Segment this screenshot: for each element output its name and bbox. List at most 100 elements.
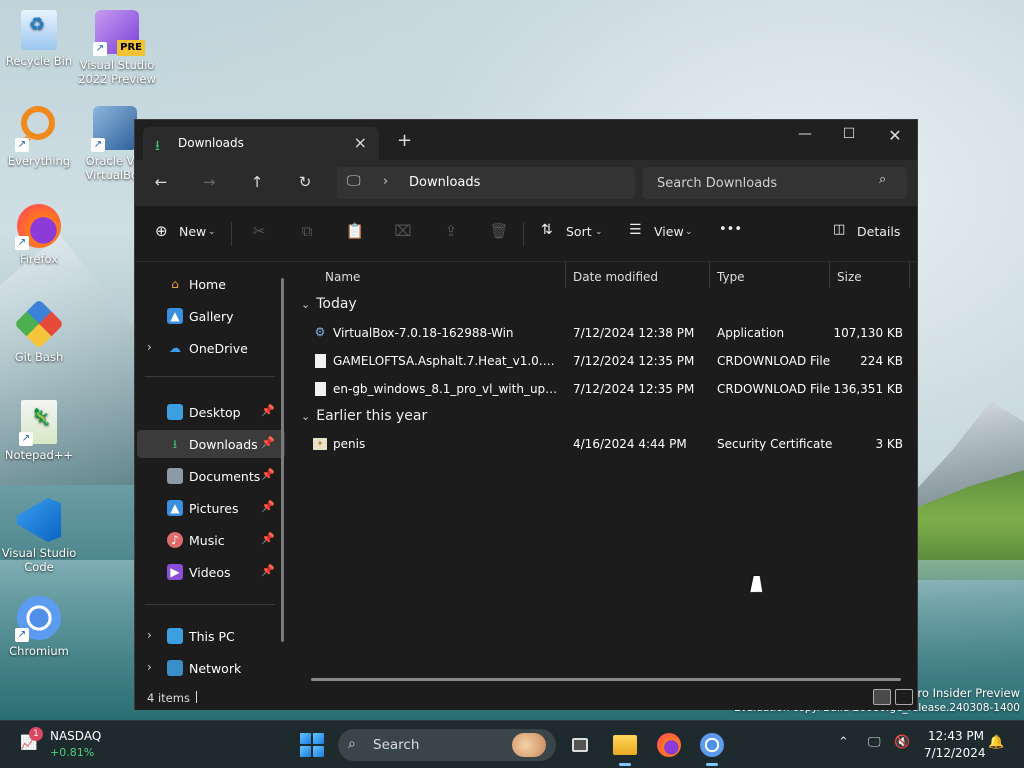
up-button[interactable]: ↑ xyxy=(245,173,269,191)
details-button[interactable]: Details xyxy=(857,224,900,239)
display-icon[interactable]: 🖵 xyxy=(868,735,881,750)
taskbar-chromium[interactable] xyxy=(698,731,726,766)
file-list[interactable]: Name Date modified Type Size ⌄ Today ⚙ Vi… xyxy=(293,262,917,684)
file-row[interactable]: ⚙ VirtualBox-7.0.18-162988-Win 7/12/2024… xyxy=(293,320,913,346)
clock-date[interactable]: 7/12/2024 xyxy=(924,746,986,760)
pin-icon: 📌 xyxy=(261,532,275,545)
file-row[interactable]: ✦ penis 4/16/2024 4:44 PM Security Certi… xyxy=(293,431,913,457)
column-header-size[interactable]: Size xyxy=(837,270,862,284)
search-icon[interactable]: ⌕ xyxy=(879,172,886,187)
minimize-button[interactable]: — xyxy=(785,126,825,142)
sidebar-item-pictures[interactable]: ▲ Pictures 📌 xyxy=(137,494,285,522)
maximize-button[interactable]: ☐ xyxy=(829,126,869,142)
tab-downloads[interactable]: ⭳ Downloads × xyxy=(143,127,379,160)
shortcut-arrow-icon: ↗ xyxy=(15,138,29,152)
column-divider[interactable] xyxy=(709,262,710,288)
taskbar-file-explorer[interactable] xyxy=(611,731,639,766)
share-icon[interactable]: ⇪ xyxy=(441,222,461,240)
desktop-icon-everything[interactable]: ↗ Everything xyxy=(0,106,78,168)
sidebar-item-label: Desktop xyxy=(189,405,241,420)
clock-time[interactable]: 12:43 PM xyxy=(928,729,984,743)
file-date: 7/12/2024 12:38 PM xyxy=(573,326,695,340)
breadcrumb-downloads[interactable]: Downloads xyxy=(409,175,480,190)
widget-title[interactable]: NASDAQ xyxy=(50,729,101,743)
start-button[interactable] xyxy=(300,733,324,757)
sidebar-item-label: Music xyxy=(189,533,225,548)
rename-icon[interactable]: ⌧ xyxy=(393,222,413,240)
group-label: Today xyxy=(316,296,357,312)
task-view-button[interactable] xyxy=(568,731,596,759)
sidebar-item-network[interactable]: › Network xyxy=(137,654,285,682)
sidebar-item-desktop[interactable]: Desktop 📌 xyxy=(137,398,285,426)
sidebar-item-gallery[interactable]: ▲ Gallery xyxy=(137,302,285,330)
sidebar-item-this-pc[interactable]: › This PC xyxy=(137,622,285,650)
sort-button[interactable]: Sort xyxy=(566,224,592,239)
desktop-icon-chromium[interactable]: ↗ Chromium xyxy=(0,596,78,658)
network-icon xyxy=(167,660,183,676)
copy-icon[interactable]: ⧉ xyxy=(297,222,317,240)
desktop-icon-notepad-plus[interactable]: 🦎 ↗ Notepad++ xyxy=(0,400,78,462)
refresh-button[interactable]: ↻ xyxy=(293,173,317,191)
close-tab-icon[interactable]: × xyxy=(354,133,367,152)
chevron-down-icon: ⌄ xyxy=(301,298,311,311)
title-bar[interactable]: ⭳ Downloads × + — ☐ ✕ xyxy=(135,120,917,160)
close-window-button[interactable]: ✕ xyxy=(875,126,915,145)
navigation-pane[interactable]: ⌂ Home ▲ Gallery › ☁ OneDrive Desktop 📌 … xyxy=(135,262,293,684)
column-divider[interactable] xyxy=(829,262,830,288)
sidebar-item-onedrive[interactable]: › ☁ OneDrive xyxy=(137,334,285,362)
volume-muted-icon[interactable]: 🔇 xyxy=(894,735,910,750)
shortcut-arrow-icon: ↗ xyxy=(91,138,105,152)
details-view-button[interactable] xyxy=(873,689,891,705)
file-explorer-window[interactable]: ⭳ Downloads × + — ☐ ✕ ← → ↑ ↻ 🖵 › Downlo… xyxy=(134,119,918,710)
sidebar-item-documents[interactable]: Documents 📌 xyxy=(137,462,285,490)
desktop-icon-firefox[interactable]: ↗ Firefox xyxy=(0,204,78,266)
sidebar-item-downloads[interactable]: ⭳ Downloads 📌 xyxy=(137,430,285,458)
sidebar-item-videos[interactable]: ▶ Videos 📌 xyxy=(137,558,285,586)
desktop-icon-vscode[interactable]: Visual Studio Code xyxy=(0,498,78,574)
taskbar-search[interactable]: ⌕ Search xyxy=(338,729,556,761)
address-input[interactable]: 🖵 › Downloads xyxy=(337,167,635,199)
delete-icon[interactable]: 🗑 xyxy=(489,222,509,240)
chevron-right-icon[interactable]: › xyxy=(383,174,388,189)
desktop-icon-visual-studio-preview[interactable]: PRE ↗ Visual Studio 2022 Preview xyxy=(78,10,156,86)
new-tab-button[interactable]: + xyxy=(397,130,412,151)
sidebar-item-home[interactable]: ⌂ Home xyxy=(137,270,285,298)
notification-bell-icon[interactable]: 🔔 xyxy=(988,735,1004,750)
widget-value[interactable]: +0.81% xyxy=(50,746,94,759)
chevron-up-icon[interactable]: ⌃ xyxy=(838,735,849,750)
chromium-icon xyxy=(700,733,724,757)
file-row[interactable]: en-gb_windows_8.1_pro_vl_with_update_x64… xyxy=(293,376,913,402)
sidebar-item-music[interactable]: ♪ Music 📌 xyxy=(137,526,285,554)
paste-icon[interactable]: 📋 xyxy=(345,222,365,240)
chevron-right-icon[interactable]: › xyxy=(147,660,152,674)
column-header-date[interactable]: Date modified xyxy=(573,270,658,284)
group-header-earlier-this-year[interactable]: ⌄ Earlier this year xyxy=(301,408,427,424)
gallery-icon: ▲ xyxy=(167,308,183,324)
column-divider[interactable] xyxy=(565,262,566,288)
view-button[interactable]: View xyxy=(654,224,684,239)
more-options-button[interactable]: ••• xyxy=(719,222,742,237)
forward-button[interactable]: → xyxy=(197,173,221,191)
group-header-today[interactable]: ⌄ Today xyxy=(301,296,357,312)
sidebar-divider xyxy=(145,604,275,605)
chevron-right-icon[interactable]: › xyxy=(147,340,152,354)
search-input[interactable] xyxy=(643,167,907,199)
shortcut-arrow-icon: ↗ xyxy=(93,42,107,56)
vscode-icon xyxy=(17,498,61,542)
column-divider[interactable] xyxy=(909,262,910,288)
taskbar-firefox[interactable] xyxy=(655,731,683,759)
column-header-type[interactable]: Type xyxy=(717,270,745,284)
horizontal-scrollbar[interactable] xyxy=(311,678,901,681)
shortcut-arrow-icon: ↗ xyxy=(15,628,29,642)
chevron-right-icon[interactable]: › xyxy=(147,628,152,642)
cut-icon[interactable]: ✂ xyxy=(249,222,269,240)
column-header-name[interactable]: Name xyxy=(325,270,360,284)
back-button[interactable]: ← xyxy=(149,173,173,191)
new-button[interactable]: New xyxy=(179,224,206,239)
sidebar-item-label: Gallery xyxy=(189,309,234,324)
sidebar-scrollbar[interactable] xyxy=(281,278,284,642)
file-row[interactable]: GAMELOFTSA.Asphalt.7.Heat_v1.0.2.2.zip.c… xyxy=(293,348,913,374)
desktop-icon-recycle-bin[interactable]: ♻ Recycle Bin xyxy=(0,10,78,68)
tiles-view-button[interactable] xyxy=(895,689,913,705)
desktop-icon-git-bash[interactable]: Git Bash xyxy=(0,299,78,364)
